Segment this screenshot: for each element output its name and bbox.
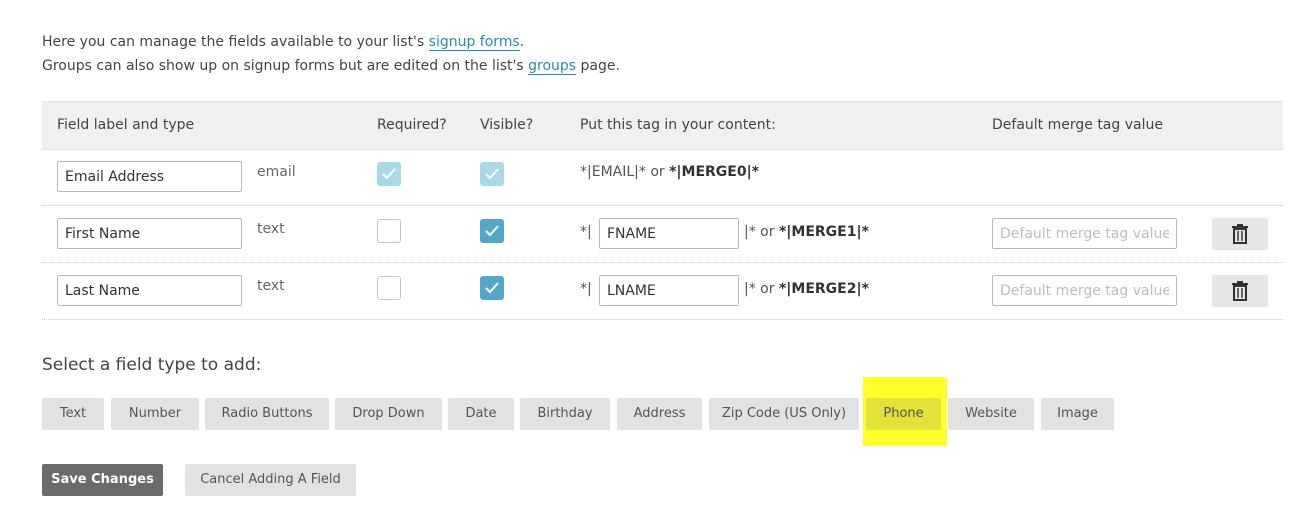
intro-line-2-prefix: Groups can also show up on signup forms … [42,58,529,74]
merge-tag-input[interactable] [599,275,739,306]
tag-prefix: *| [580,224,592,240]
tag-suffix: |* or [744,281,779,297]
delete-field-button[interactable] [1212,218,1268,250]
field-type-address-button[interactable]: Address [617,398,702,430]
required-checkbox[interactable] [377,219,401,243]
tag-text: *|EMAIL|* or [580,164,670,180]
field-type-zip-code-button[interactable]: Zip Code (US Only) [709,398,859,430]
intro-line-2: Groups can also show up on signup forms … [42,58,620,75]
intro-line-2-suffix: page. [576,58,620,74]
merge-tag-suffix: |* or *|MERGE1|* [744,224,869,240]
field-type-text-button[interactable]: Text [42,398,104,430]
visible-checkbox[interactable] [480,276,504,300]
row-divider [42,205,1283,206]
field-type-phone-button[interactable]: Phone [866,398,941,430]
merge-tag-suffix: |* or *|MERGE2|* [744,281,869,297]
visible-checkbox [480,162,504,186]
field-type-label: text [257,221,285,237]
intro-line-1-prefix: Here you can manage the fields available… [42,34,429,50]
field-label-input[interactable] [57,161,242,192]
field-label-input[interactable] [57,275,242,306]
visible-checkbox[interactable] [480,219,504,243]
header-default-value: Default merge tag value [992,117,1163,133]
field-type-website-button[interactable]: Website [948,398,1034,430]
tag-suffix: |* or [744,224,779,240]
merge-tag: *|MERGE0|* [669,164,760,180]
field-type-drop-down-button[interactable]: Drop Down [335,398,442,430]
header-required: Required? [377,117,447,133]
field-type-radio-buttons-button[interactable]: Radio Buttons [205,398,329,430]
header-visible: Visible? [480,117,534,133]
trash-icon [1232,281,1248,301]
merge-tag-text: *|EMAIL|* or *|MERGE0|* [580,164,759,180]
trash-icon [1232,224,1248,244]
check-icon [485,168,499,180]
check-icon [485,225,499,237]
intro-line-1-suffix: . [519,34,525,50]
merge-tag: *|MERGE2|* [778,281,869,297]
field-type-birthday-button[interactable]: Birthday [520,398,610,430]
required-checkbox [377,162,401,186]
cancel-adding-field-button[interactable]: Cancel Adding A Field [185,464,356,496]
merge-tag: *|MERGE1|* [778,224,869,240]
field-type-image-button[interactable]: Image [1041,398,1114,430]
check-icon [485,282,499,294]
default-value-input[interactable] [992,275,1177,306]
intro-line-1: Here you can manage the fields available… [42,34,525,51]
header-tag: Put this tag in your content: [580,117,776,133]
check-icon [382,168,396,180]
required-checkbox[interactable] [377,276,401,300]
delete-field-button[interactable] [1212,275,1268,307]
row-divider [42,262,1283,263]
tag-prefix: *| [580,281,592,297]
row-divider [42,319,1283,320]
field-type-date-button[interactable]: Date [448,398,514,430]
header-field-label: Field label and type [57,117,195,133]
field-label-input[interactable] [57,218,242,249]
groups-link[interactable]: groups [528,58,577,75]
field-type-label: email [257,164,296,180]
default-value-input[interactable] [992,218,1177,249]
field-type-number-button[interactable]: Number [111,398,199,430]
merge-tag-input[interactable] [599,218,739,249]
signup-forms-link[interactable]: signup forms [428,34,520,51]
add-field-title: Select a field type to add: [42,355,262,375]
field-type-label: text [257,278,285,294]
save-changes-button[interactable]: Save Changes [42,464,163,496]
